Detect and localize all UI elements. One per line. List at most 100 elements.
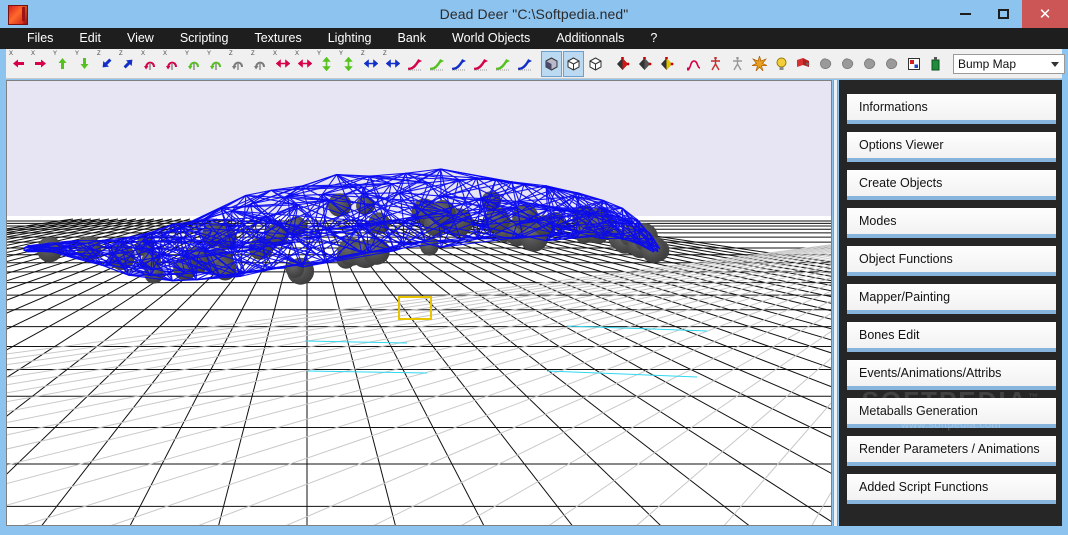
sidebar-panel-label: Object Functions	[859, 252, 953, 266]
move-x-negative-icon[interactable]: X	[8, 51, 29, 77]
curve-z-tool-2-icon[interactable]	[514, 51, 535, 77]
minimize-button[interactable]	[946, 0, 984, 28]
rotate-x-positive-icon[interactable]: X	[162, 51, 183, 77]
texture-tool-icon[interactable]	[793, 51, 814, 77]
axis-label: Z	[119, 50, 123, 57]
sidebar-panel-events-animations-attribs[interactable]: Events/Animations/Attribs	[847, 360, 1056, 390]
axis-label: Y	[185, 50, 190, 57]
material-tool-3-icon[interactable]	[859, 51, 880, 77]
viewport-scene	[7, 81, 831, 525]
scale-z-icon[interactable]: Z	[360, 51, 381, 77]
axis-label: Z	[383, 50, 387, 57]
scale-x-alt-icon[interactable]: X	[294, 51, 315, 77]
menu-item-textures[interactable]: Textures	[241, 28, 314, 49]
face-select-tool-icon[interactable]	[656, 51, 677, 77]
axis-label: X	[163, 50, 168, 57]
panel-splitter[interactable]	[833, 80, 838, 526]
map-type-select[interactable]: Bump Map	[953, 53, 1065, 74]
vertex-normal-tool-icon[interactable]	[634, 51, 655, 77]
sidebar-panel-label: Create Objects	[859, 176, 943, 190]
sidebar-panel-options-viewer[interactable]: Options Viewer	[847, 132, 1056, 162]
move-y-positive-icon[interactable]: Y	[52, 51, 73, 77]
menu-item-edit[interactable]: Edit	[66, 28, 114, 49]
sidebar-panel-added-script-functions[interactable]: Added Script Functions	[847, 474, 1056, 504]
uv-map-tool-icon[interactable]	[903, 51, 924, 77]
axis-label: Y	[75, 50, 80, 57]
sidebar-panel-label: Events/Animations/Attribs	[859, 366, 1002, 380]
move-y-negative-icon[interactable]: Y	[74, 51, 95, 77]
menu-item-[interactable]: ?	[637, 28, 670, 49]
particles-tool-icon[interactable]	[749, 51, 770, 77]
curve-x-tool-icon[interactable]	[404, 51, 425, 77]
move-z-positive-icon[interactable]: Z	[118, 51, 139, 77]
right-sidebar: Informations Options Viewer Create Objects…	[839, 80, 1062, 526]
axis-label: Y	[317, 50, 322, 57]
toolbar: X X Y Y Z Z X X Y Y Z Z X X Y Y Z Z Bump Map	[6, 49, 1065, 79]
axis-label: Y	[207, 50, 212, 57]
window-controls: ✕	[946, 0, 1068, 28]
bounding-box-toggle-icon[interactable]	[585, 51, 606, 77]
move-x-positive-icon[interactable]: X	[30, 51, 51, 77]
maximize-icon	[997, 9, 1009, 19]
light-tool-icon[interactable]	[771, 51, 792, 77]
curve-x-tool-2-icon[interactable]	[470, 51, 491, 77]
menu-item-additionnals[interactable]: Additionnals	[543, 28, 637, 49]
material-tool-4-icon[interactable]	[881, 51, 902, 77]
scale-y-icon[interactable]: Y	[316, 51, 337, 77]
sidebar-top-spacer	[839, 80, 1062, 94]
rotate-y-positive-icon[interactable]: Y	[206, 51, 227, 77]
shaded-view-toggle-icon[interactable]	[541, 50, 562, 77]
window-title: Dead Deer "C:\Softpedia.ned"	[439, 6, 629, 22]
curve-y-tool-2-icon[interactable]	[492, 51, 513, 77]
sidebar-panel-mapper-painting[interactable]: Mapper/Painting	[847, 284, 1056, 314]
scale-z-alt-icon[interactable]: Z	[382, 51, 403, 77]
sidebar-panel-label: Mapper/Painting	[859, 290, 951, 304]
menu-item-files[interactable]: Files	[14, 28, 66, 49]
rotate-z-negative-icon[interactable]: Z	[228, 51, 249, 77]
sidebar-panel-modes[interactable]: Modes	[847, 208, 1056, 238]
sidebar-panel-label: Options Viewer	[859, 138, 944, 152]
sidebar-panel-metaballs-generation[interactable]: Metaballs Generation	[847, 398, 1056, 428]
application-window: Dead Deer "C:\Softpedia.ned" ✕ Files Edit…	[0, 0, 1068, 535]
menu-item-scripting[interactable]: Scripting	[167, 28, 242, 49]
menu-item-lighting[interactable]: Lighting	[315, 28, 385, 49]
chevron-down-icon	[1051, 61, 1059, 67]
close-button[interactable]: ✕	[1022, 0, 1068, 28]
rotate-y-negative-icon[interactable]: Y	[184, 51, 205, 77]
sidebar-panel-label: Metaballs Generation	[859, 404, 978, 418]
scale-x-icon[interactable]: X	[272, 51, 293, 77]
material-tool-1-icon[interactable]	[815, 51, 836, 77]
sidebar-panel-object-functions[interactable]: Object Functions	[847, 246, 1056, 276]
minimize-icon	[959, 13, 971, 15]
skeleton-tool-icon[interactable]	[727, 51, 748, 77]
sidebar-panel-create-objects[interactable]: Create Objects	[847, 170, 1056, 200]
axis-label: X	[273, 50, 278, 57]
scale-y-alt-icon[interactable]: Y	[338, 51, 359, 77]
axis-label: Y	[53, 50, 58, 57]
axis-label: Z	[97, 50, 101, 57]
3d-viewport[interactable]: FreeSoftwareFiles.com	[6, 80, 832, 526]
axis-label: Z	[229, 50, 233, 57]
sidebar-panel-render-parameters-animations[interactable]: Render Parameters / Animations	[847, 436, 1056, 466]
rotate-x-negative-icon[interactable]: X	[140, 51, 161, 77]
sidebar-panel-bones-edit[interactable]: Bones Edit	[847, 322, 1056, 352]
bone-tool-icon[interactable]	[705, 51, 726, 77]
axis-label: X	[141, 50, 146, 57]
axis-label: Y	[339, 50, 344, 57]
menu-item-world-objects[interactable]: World Objects	[439, 28, 543, 49]
sidebar-panel-label: Added Script Functions	[859, 480, 989, 494]
curve-y-tool-icon[interactable]	[426, 51, 447, 77]
spray-paint-tool-icon[interactable]	[925, 51, 946, 77]
curve-z-tool-icon[interactable]	[448, 51, 469, 77]
menu-item-view[interactable]: View	[114, 28, 167, 49]
facet-normal-tool-icon[interactable]	[612, 51, 633, 77]
material-tool-2-icon[interactable]	[837, 51, 858, 77]
sidebar-panel-informations[interactable]: Informations	[847, 94, 1056, 124]
sidebar-panel-label: Bones Edit	[859, 328, 920, 342]
maximize-button[interactable]	[984, 0, 1022, 28]
move-z-negative-icon[interactable]: Z	[96, 51, 117, 77]
rotate-z-positive-icon[interactable]: Z	[250, 51, 271, 77]
spline-tool-icon[interactable]	[683, 51, 704, 77]
wireframe-box-toggle-icon[interactable]	[563, 50, 584, 77]
menu-item-bank[interactable]: Bank	[385, 28, 440, 49]
